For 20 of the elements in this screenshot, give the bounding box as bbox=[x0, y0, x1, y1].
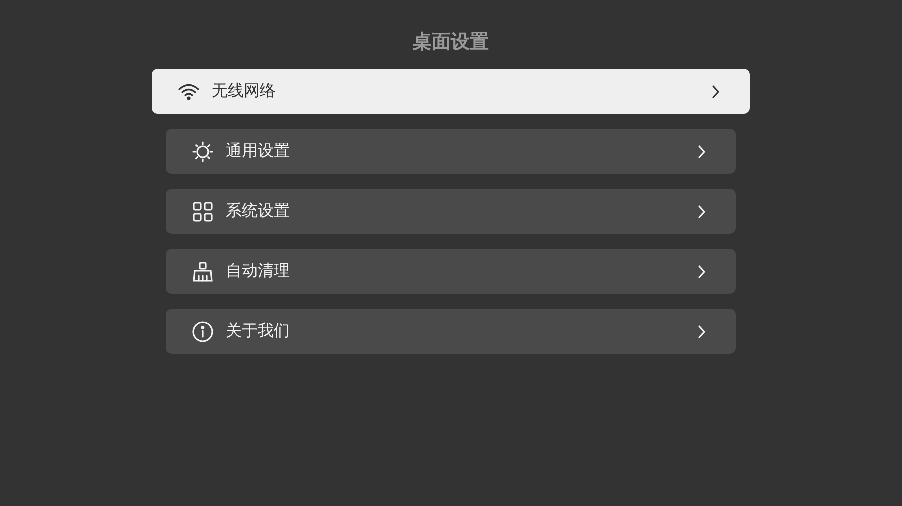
page-title: 桌面设置 bbox=[413, 30, 489, 55]
menu-label: 通用设置 bbox=[226, 141, 291, 162]
menu-item[interactable]: 通用设置 bbox=[166, 129, 736, 174]
menu-label: 系统设置 bbox=[226, 201, 291, 222]
chevron-icon bbox=[698, 204, 706, 218]
menu-label: 无线网络 bbox=[212, 81, 277, 102]
menu-item[interactable]: 系统设置 bbox=[166, 189, 736, 234]
chevron-icon bbox=[698, 264, 706, 278]
info-icon bbox=[192, 320, 214, 342]
menu-item[interactable]: 关于我们 bbox=[166, 309, 736, 354]
chevron-icon bbox=[712, 84, 720, 98]
menu-label: 关于我们 bbox=[226, 321, 291, 342]
chevron-icon bbox=[698, 144, 706, 158]
menu-label: 自动清理 bbox=[226, 261, 291, 282]
broom-icon bbox=[192, 260, 214, 282]
grid-icon bbox=[192, 200, 214, 222]
menu-item[interactable]: 无线网络 bbox=[152, 69, 750, 114]
menu-item[interactable]: 自动清理 bbox=[166, 249, 736, 294]
sun-icon bbox=[192, 140, 214, 162]
chevron-icon bbox=[698, 324, 706, 338]
